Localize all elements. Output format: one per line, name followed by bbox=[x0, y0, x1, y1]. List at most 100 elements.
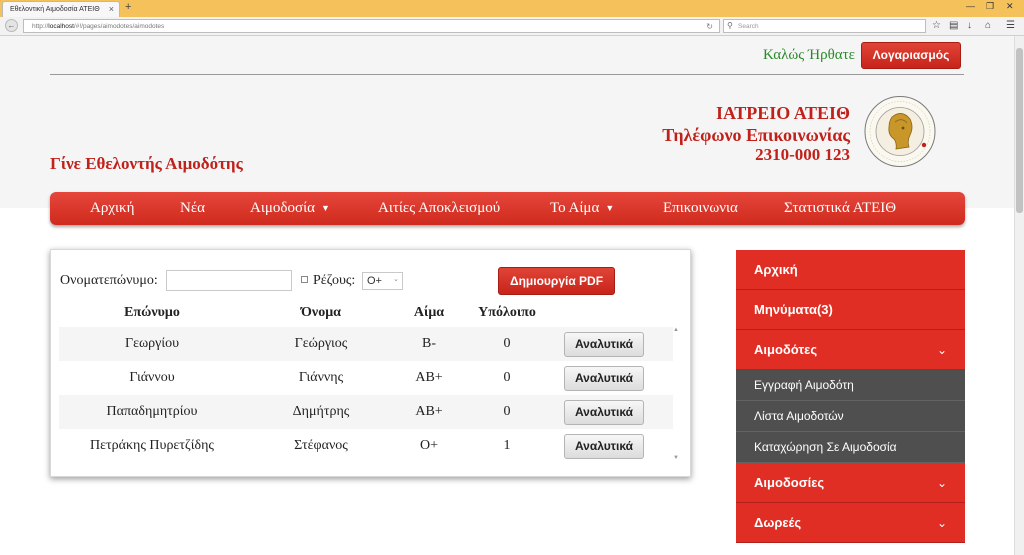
close-window-icon[interactable]: ✕ bbox=[1006, 1, 1014, 12]
blood-type-select-value: O+ bbox=[367, 275, 382, 287]
nav-item-statistics[interactable]: Στατιστικά ΑΤΕΙΘ bbox=[784, 192, 896, 225]
home-icon[interactable]: ⌂ bbox=[985, 20, 991, 31]
phone-number: 2310-000 123 bbox=[755, 145, 850, 164]
column-header-blood[interactable]: Αίμα bbox=[414, 305, 444, 321]
account-button[interactable]: Λογαριασμός bbox=[861, 42, 961, 69]
chevron-down-icon: ⌄ bbox=[936, 476, 947, 490]
back-arrow-icon[interactable]: ← bbox=[5, 19, 18, 32]
address-bar[interactable]: http://localhost/#!/pages/aimodotes/aimo… bbox=[23, 19, 720, 33]
reload-icon[interactable]: ↻ bbox=[706, 22, 713, 31]
details-button[interactable]: Αναλυτικά bbox=[564, 332, 644, 357]
cell-blood: AB+ bbox=[415, 404, 443, 419]
cell-blood: AB+ bbox=[415, 370, 443, 385]
sidebar-subitem-register-donor[interactable]: Εγγραφή Αιμοδότη bbox=[736, 370, 965, 401]
details-button[interactable]: Αναλυτικά bbox=[564, 434, 644, 459]
browser-toolbar: ← http://localhost/#!/pages/aimodotes/ai… bbox=[0, 17, 1024, 36]
chevron-down-icon: ⌄ bbox=[393, 276, 399, 283]
sidebar-item-label: Μηνύματα(3) bbox=[754, 302, 833, 317]
nav-item-news[interactable]: Νέα bbox=[180, 192, 205, 225]
caret-down-icon: ▼ bbox=[605, 203, 615, 213]
donors-table-body: Γεωργίου Γεώργιος B- 0 Αναλυτικά Γιάννου… bbox=[59, 327, 673, 463]
sidebar-item-gifts[interactable]: Δωρεές ⌄ bbox=[736, 503, 965, 543]
reading-list-icon[interactable]: ▤ bbox=[949, 20, 958, 31]
cell-surname: Παπαδημητρίου bbox=[106, 404, 198, 419]
sidebar-item-label: Αρχική bbox=[754, 262, 798, 277]
sidebar-item-donors[interactable]: Αιμοδότες ⌄ bbox=[736, 330, 965, 370]
url-host: localhost bbox=[48, 23, 74, 30]
page-scrollbar[interactable] bbox=[1014, 36, 1024, 555]
browser-tab-title: Εθελοντική Αιμοδοσία ΑΤΕΙΘ bbox=[10, 6, 100, 13]
cell-balance: 0 bbox=[503, 336, 511, 351]
sidebar-menu: Αρχική Μηνύματα(3) Αιμοδότες ⌄ Εγγραφή Α… bbox=[736, 250, 965, 543]
nav-item-label: Αρχική bbox=[90, 200, 135, 216]
blood-type-select[interactable]: O+ ⌄ bbox=[362, 272, 403, 290]
rhesus-checkbox[interactable] bbox=[301, 276, 308, 283]
header-divider bbox=[50, 74, 964, 75]
cell-name: Γιάννης bbox=[298, 370, 344, 385]
table-row: Γιάννου Γιάννης AB+ 0 Αναλυτικά bbox=[59, 361, 673, 395]
name-filter-input[interactable] bbox=[166, 270, 292, 291]
sidebar-item-donations[interactable]: Αιμοδοσίες ⌄ bbox=[736, 463, 965, 503]
rhesus-label: Ρέζους: bbox=[313, 273, 356, 288]
cell-balance: 0 bbox=[503, 404, 511, 419]
nav-item-contact[interactable]: Επικοινωνια bbox=[663, 192, 738, 225]
search-placeholder: Search bbox=[738, 23, 759, 30]
sidebar-item-home[interactable]: Αρχική bbox=[736, 250, 965, 290]
name-filter-label: Ονοματεπώνυμο: bbox=[60, 273, 158, 288]
scroll-up-icon[interactable]: ▲ bbox=[673, 327, 679, 333]
phone-label: Τηλέφωνο Επικοινωνίας bbox=[662, 125, 850, 145]
tab-close-icon[interactable]: × bbox=[109, 4, 114, 14]
url-path: /#!/pages/aimodotes/aimodotes bbox=[73, 23, 165, 30]
nav-item-the-blood[interactable]: Το Αίμα ▼ bbox=[550, 192, 614, 225]
column-header-balance[interactable]: Υπόλοιπο bbox=[478, 305, 536, 321]
nav-item-label: Στατιστικά ΑΤΕΙΘ bbox=[784, 200, 897, 216]
ateith-seal-logo bbox=[864, 96, 936, 167]
sidebar-item-label: Αιμοδότες bbox=[754, 342, 818, 357]
browser-search-input[interactable]: ⚲ Search bbox=[723, 19, 926, 33]
nav-item-home[interactable]: Αρχική bbox=[90, 192, 134, 225]
chevron-down-icon: ⌄ bbox=[936, 516, 947, 530]
sidebar-subitem-donor-list[interactable]: Λίστα Αιμοδοτών bbox=[736, 401, 965, 432]
hamburger-menu-icon[interactable]: ☰ bbox=[1006, 20, 1015, 31]
nav-item-label: Επικοινωνια bbox=[663, 200, 738, 216]
star-icon[interactable]: ☆ bbox=[932, 20, 941, 31]
table-row: Γεωργίου Γεώργιος B- 0 Αναλυτικά bbox=[59, 327, 673, 361]
restore-window-icon[interactable]: ❐ bbox=[986, 1, 994, 12]
nav-item-blood-donation[interactable]: Αιμοδοσία ▼ bbox=[250, 192, 330, 225]
nav-item-exclusion-reasons[interactable]: Αιτίες Αποκλεισμού bbox=[378, 192, 500, 225]
browser-tab-bar: Εθελοντική Αιμοδοσία ΑΤΕΙΘ × + — ❐ ✕ bbox=[0, 0, 1024, 17]
caret-down-icon: ▼ bbox=[320, 203, 330, 213]
create-pdf-button[interactable]: Δημιουργία PDF bbox=[498, 267, 615, 295]
sidebar-item-label: Αιμοδοσίες bbox=[754, 475, 825, 490]
cell-balance: 1 bbox=[503, 438, 511, 453]
nav-item-label: Το Αίμα bbox=[550, 200, 600, 216]
minimize-window-icon[interactable]: — bbox=[966, 1, 975, 11]
welcome-text: Καλώς Ήρθατε bbox=[763, 47, 855, 63]
details-button[interactable]: Αναλυτικά bbox=[564, 400, 644, 425]
download-icon[interactable]: ↓ bbox=[967, 20, 972, 31]
details-button[interactable]: Αναλυτικά bbox=[564, 366, 644, 391]
cell-blood: O+ bbox=[419, 438, 439, 453]
sidebar-subitem-donation-entry[interactable]: Καταχώρηση Σε Αιμοδοσία bbox=[736, 432, 965, 463]
clinic-name: ΙΑΤΡΕΙΟ ΑΤΕΙΘ bbox=[715, 103, 850, 123]
browser-tab[interactable]: Εθελοντική Αιμοδοσία ΑΤΕΙΘ × bbox=[2, 1, 120, 17]
table-scrollbar[interactable]: ▲ ▼ bbox=[673, 327, 681, 463]
become-donor-link[interactable]: Γίνε Εθελοντής Αιμοδότης bbox=[50, 154, 243, 174]
main-nav: Αρχική Νέα Αιμοδοσία ▼ Αιτίες Αποκλεισμού… bbox=[50, 192, 965, 225]
cell-name: Γεώργιος bbox=[294, 336, 348, 351]
table-row: Πετράκης Πυρετζίδης Στέφανος O+ 1 Αναλυτ… bbox=[59, 429, 673, 463]
column-header-name[interactable]: Όνομα bbox=[301, 305, 341, 321]
new-tab-button[interactable]: + bbox=[125, 1, 131, 13]
sidebar-item-messages[interactable]: Μηνύματα(3) bbox=[736, 290, 965, 330]
cell-surname: Πετράκης Πυρετζίδης bbox=[90, 438, 214, 453]
nav-item-label: Νέα bbox=[180, 200, 205, 216]
cell-blood: B- bbox=[422, 336, 436, 351]
column-header-surname[interactable]: Επώνυμο bbox=[124, 305, 180, 321]
donors-panel: Ονοματεπώνυμο: Ρέζους: O+ ⌄ Δημιουργία P… bbox=[50, 249, 691, 477]
nav-item-label: Αιμοδοσία bbox=[250, 200, 315, 216]
scroll-down-icon[interactable]: ▼ bbox=[673, 455, 679, 461]
cell-balance: 0 bbox=[503, 370, 511, 385]
scrollbar-thumb[interactable] bbox=[1016, 48, 1023, 213]
cell-name: Δημήτρης bbox=[292, 404, 350, 419]
url-scheme: http:// bbox=[32, 23, 49, 30]
